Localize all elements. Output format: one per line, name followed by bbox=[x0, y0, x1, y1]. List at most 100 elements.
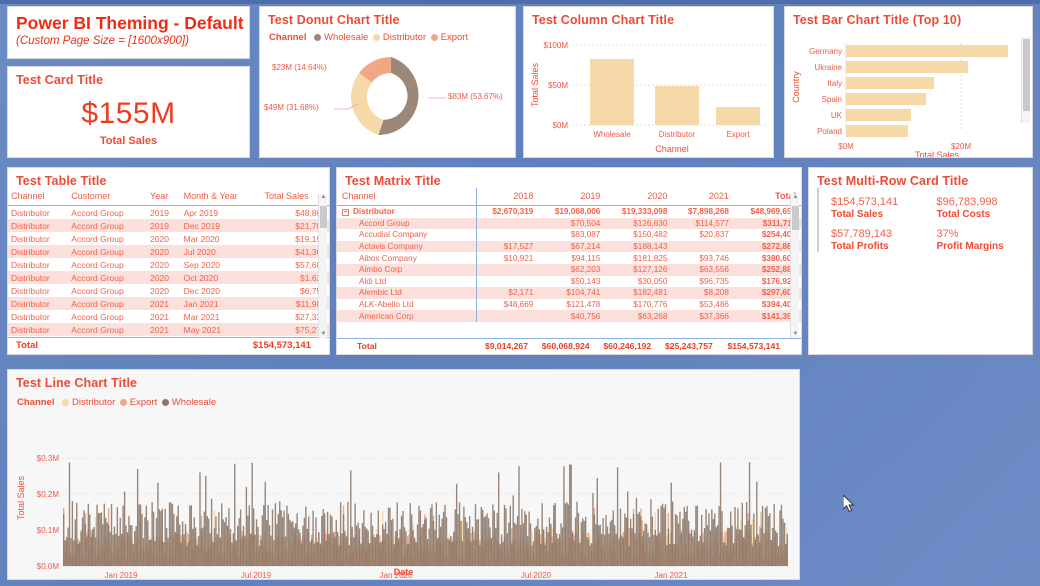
matrix-col-2020[interactable]: 2020 bbox=[605, 188, 673, 206]
ytick-spain: Spain bbox=[822, 95, 842, 104]
matrix-group-cell[interactable]: − Distributor bbox=[337, 206, 476, 218]
table-scrollbar[interactable]: ▲ ▼ bbox=[318, 194, 327, 338]
column-bar-distributor[interactable] bbox=[655, 86, 699, 125]
bar-spain[interactable] bbox=[846, 93, 926, 105]
legend-label-distributor: Distributor bbox=[71, 397, 116, 408]
legend-item-export[interactable]: Export bbox=[120, 397, 157, 408]
table-scrollbar-thumb[interactable] bbox=[320, 206, 327, 228]
matrix-col-2021[interactable]: 2021 bbox=[672, 188, 734, 206]
matrix-cell-2019: $94,115 bbox=[571, 253, 601, 263]
table-row[interactable]: Distributor Accord Group 2020 Jul 2020 $… bbox=[8, 245, 329, 258]
scroll-down-icon[interactable]: ▼ bbox=[792, 331, 799, 338]
series-wholesale[interactable] bbox=[63, 462, 788, 566]
table-row[interactable]: Distributor Accord Group 2021 Jan 2021 $… bbox=[8, 297, 329, 310]
line-chart-visual[interactable]: Test Line Chart Title Channel Distributo… bbox=[7, 369, 800, 580]
scroll-up-icon[interactable]: ▲ bbox=[792, 194, 799, 201]
bar-ukraine[interactable] bbox=[846, 61, 968, 73]
donut-plot-area: $23M (14.64%) $49M (31.68%) $83M (53.67%… bbox=[260, 43, 515, 155]
col-header-month-year[interactable]: Month & Year bbox=[180, 188, 262, 206]
bar-italy[interactable] bbox=[846, 77, 934, 89]
scroll-down-icon[interactable]: ▼ bbox=[320, 331, 327, 338]
matrix-row[interactable]: Accord Group $70,504 $126,630 $114,577 $… bbox=[337, 217, 801, 230]
matrix-row[interactable]: Alembic Ltd $2,171 $104,741 $182,481 $8,… bbox=[337, 287, 801, 299]
bar-germany[interactable] bbox=[846, 45, 1008, 57]
col-header-year[interactable]: Year bbox=[147, 188, 181, 206]
column-x-axis-title: Channel bbox=[655, 144, 689, 154]
table-row[interactable]: Distributor Accord Group 2020 Mar 2020 $… bbox=[8, 232, 329, 245]
cell-month-year: Apr 2019 bbox=[183, 207, 219, 218]
card-visual[interactable]: Test Card Title $155M Total Sales bbox=[7, 66, 250, 158]
multirow-cell-total-sales: $154,573,141 Total Sales bbox=[831, 196, 927, 220]
matrix-row[interactable]: Actavis Company $17,527 $67,214 $188,143… bbox=[337, 240, 801, 253]
donut-slice-distributor[interactable] bbox=[350, 72, 384, 135]
bar-chart-scrollbar[interactable] bbox=[1021, 37, 1030, 123]
table-row[interactable]: Distributor Accord Group 2020 Sep 2020 $… bbox=[8, 258, 329, 271]
matrix-total-2019: $60,068,924 bbox=[541, 341, 590, 351]
scroll-up-icon[interactable]: ▲ bbox=[320, 194, 327, 201]
col-header-customer[interactable]: Customer bbox=[68, 188, 148, 206]
legend-item-wholesale[interactable]: Wholesale bbox=[162, 397, 216, 408]
bar-chart-visual[interactable]: Test Bar Chart Title (Top 10) Country Ge… bbox=[784, 6, 1033, 158]
table-row[interactable]: Distributor Accord Group 2019 Dec 2019 $… bbox=[8, 219, 329, 232]
matrix-row[interactable]: Aimbo Corp $62,203 $127,126 $63,556 $252… bbox=[337, 263, 801, 276]
matrix-row[interactable]: Aibox Company $10,921 $94,115 $181,825 $… bbox=[337, 252, 801, 264]
legend-item-distributor[interactable]: Distributor bbox=[62, 397, 115, 408]
cell-month-year: May 2021 bbox=[180, 323, 262, 336]
line-series-plot bbox=[63, 462, 788, 566]
legend-swatch-export bbox=[431, 34, 439, 41]
ytick-50m: $50M bbox=[548, 81, 568, 90]
cell-year: 2020 bbox=[147, 271, 181, 284]
matrix-row[interactable]: American Corp $40,756 $63,268 $37,366 $1… bbox=[337, 310, 801, 322]
matrix-cell-2019: $104,741 bbox=[538, 287, 606, 299]
cell-year: 2021 bbox=[147, 297, 181, 310]
table-visual[interactable]: Test Table Title Channel Customer Year M… bbox=[7, 167, 330, 355]
table-row[interactable]: Distributor Accord Group 2020 Dec 2020 $… bbox=[8, 284, 329, 297]
table-row[interactable]: Distributor Accord Group 2019 Apr 2019 $… bbox=[8, 206, 329, 220]
matrix-scrollbar[interactable]: ▲ ▼ bbox=[790, 194, 799, 338]
matrix-cell-2021: $93,746 bbox=[699, 253, 729, 263]
matrix-row[interactable]: Aldi Ltd $50,143 $30,050 $96,735 $176,92… bbox=[337, 275, 801, 288]
matrix-col-channel[interactable]: Channel bbox=[337, 188, 477, 206]
bar-scrollbar-thumb[interactable] bbox=[1023, 39, 1030, 111]
column-chart-visual[interactable]: Test Column Chart Title $100M $50M $0M T… bbox=[523, 6, 774, 158]
matrix-col-2018[interactable]: 2018 bbox=[475, 188, 539, 206]
table-row[interactable]: Distributor Accord Group 2020 Oct 2020 $… bbox=[8, 271, 329, 284]
bar-poland[interactable] bbox=[846, 125, 908, 137]
column-bar-export[interactable] bbox=[716, 107, 760, 125]
multirow-card-visual[interactable]: Test Multi-Row Card Title $154,573,141 T… bbox=[808, 167, 1033, 355]
multirow-label: Total Sales bbox=[831, 209, 884, 220]
matrix-cell-2018 bbox=[475, 263, 539, 276]
cell-customer: Accord Group bbox=[68, 245, 148, 258]
matrix-cell-2019: $62,203 bbox=[538, 263, 606, 276]
matrix-cell-2019: $50,143 bbox=[570, 276, 601, 286]
matrix-visual[interactable]: Test Matrix Title Channel 2018 2019 2020… bbox=[336, 167, 802, 355]
multirow-card-title: Test Multi-Row Card Title bbox=[817, 174, 969, 188]
legend-item-wholesale[interactable]: Wholesale bbox=[314, 32, 368, 43]
table-row[interactable]: Distributor Accord Group 2021 May 2021 $… bbox=[8, 323, 329, 336]
matrix-col-2019[interactable]: 2019 bbox=[538, 188, 606, 206]
col-header-channel[interactable]: Channel bbox=[8, 188, 69, 206]
card-title: Test Card Title bbox=[16, 73, 104, 87]
table-row[interactable]: Distributor Accord Group 2021 Mar 2021 $… bbox=[8, 310, 329, 323]
matrix-group-row[interactable]: − Distributor $2,670,319 $19,068,006 $19,… bbox=[337, 205, 801, 218]
matrix-cell-2021: $53,486 bbox=[699, 300, 729, 310]
matrix-cell-2019: $40,756 bbox=[538, 310, 606, 322]
collapse-icon[interactable]: − bbox=[342, 208, 349, 216]
column-chart-title: Test Column Chart Title bbox=[532, 13, 675, 27]
table-body: Distributor Accord Group 2019 Apr 2019 $… bbox=[8, 206, 329, 336]
legend-item-export[interactable]: Export bbox=[431, 32, 468, 43]
matrix-cell-2020: $126,630 bbox=[605, 217, 673, 230]
line-legend: Channel Distributor Export Wholesale bbox=[8, 390, 799, 408]
legend-label-distributor: Distributor bbox=[382, 32, 427, 43]
column-bar-wholesale[interactable] bbox=[590, 59, 634, 125]
page-title: Power BI Theming - Default bbox=[16, 13, 244, 33]
matrix-row[interactable]: ALK-Abello Ltd $48,669 $121,478 $170,776… bbox=[337, 298, 801, 311]
bar-uk[interactable] bbox=[846, 109, 911, 121]
donut-chart-visual[interactable]: Test Donut Chart Title Channel Wholesale… bbox=[259, 6, 516, 158]
legend-swatch-distributor bbox=[373, 34, 381, 41]
matrix-row[interactable]: Accudial Company $83,087 $150,482 $20,83… bbox=[337, 229, 801, 241]
matrix-scrollbar-thumb[interactable] bbox=[792, 206, 799, 230]
series-export[interactable] bbox=[63, 505, 788, 566]
series-distributor[interactable] bbox=[63, 510, 788, 566]
legend-item-distributor[interactable]: Distributor bbox=[373, 32, 426, 43]
